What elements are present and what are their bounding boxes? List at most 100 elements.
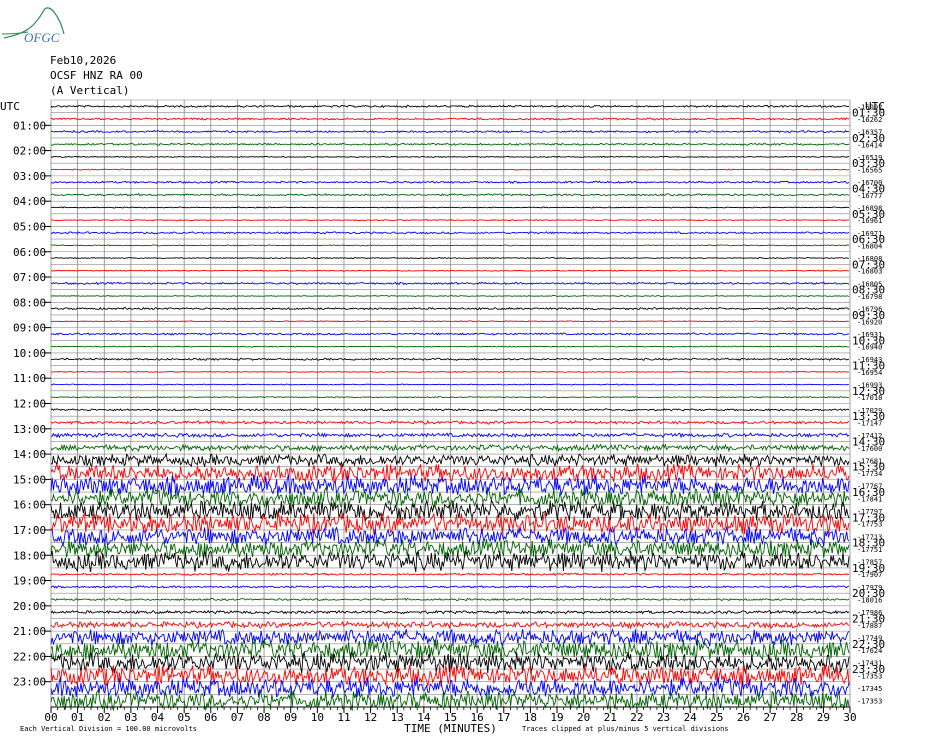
x-tick-label: 23	[657, 711, 670, 724]
x-tick-label: 09	[284, 711, 297, 724]
seismic-trace	[50, 129, 850, 134]
seismic-trace	[50, 676, 850, 699]
seismic-trace	[50, 320, 850, 323]
seismic-trace	[50, 572, 850, 576]
right-hour-label: 08:30	[852, 284, 885, 297]
left-hour-label: 18:00	[13, 549, 46, 562]
x-tick-label: 10	[311, 711, 324, 724]
seismic-trace	[50, 408, 850, 412]
x-tick-label: 24	[684, 711, 698, 724]
seismic-trace	[50, 452, 850, 469]
x-tick-label: 00	[44, 711, 57, 724]
x-tick-label: 27	[763, 711, 776, 724]
x-tick-label: 07	[231, 711, 244, 724]
x-tick-label: 11	[337, 711, 350, 724]
plot-date: Feb10,2026	[50, 54, 117, 67]
seismic-trace	[50, 168, 850, 171]
x-tick-label: 30	[843, 711, 856, 724]
seismic-trace	[51, 256, 850, 260]
svg-text:OFGC: OFGC	[24, 30, 60, 44]
seismic-trace	[51, 206, 850, 209]
left-hour-label: 16:00	[13, 499, 46, 512]
clip-note: Traces clipped at plus/minus 5 vertical …	[522, 725, 729, 733]
x-tick-label: 12	[364, 711, 377, 724]
left-hour-label: 01:00	[13, 119, 46, 132]
helicorder-plot: -16092-16262-16357-16414-16519-16565-167…	[0, 99, 885, 735]
seismic-trace	[50, 306, 850, 311]
seismic-trace	[50, 383, 850, 386]
left-hour-label: 15:00	[13, 473, 46, 486]
left-hour-label: 17:00	[13, 524, 46, 537]
seismic-trace	[50, 443, 850, 453]
left-hour-label: 09:00	[13, 322, 46, 335]
left-hour-label: 04:00	[13, 195, 46, 208]
right-hour-label: 01:30	[852, 107, 885, 120]
left-hour-label: 02:00	[13, 145, 46, 158]
seismic-trace	[50, 370, 850, 373]
left-hour-label: 13:00	[13, 423, 46, 436]
right-hour-label: 21:30	[852, 612, 885, 625]
left-hour-label: 06:00	[13, 246, 46, 259]
seismic-trace	[50, 538, 850, 561]
right-hour-label: 19:30	[852, 562, 885, 575]
x-tick-label: 06	[204, 711, 217, 724]
right-hour-label: 03:30	[852, 157, 885, 170]
observatory-logo: OFGC	[1, 4, 72, 48]
right-hour-label: 22:30	[852, 638, 885, 651]
x-tick-label: 19	[550, 711, 563, 724]
station-id: OCSF HNZ RA 00	[50, 69, 143, 82]
x-tick-label: 01	[71, 711, 84, 724]
right-hour-label: 09:30	[852, 309, 885, 322]
seismic-trace	[50, 219, 850, 222]
x-tick-label: 25	[710, 711, 723, 724]
x-tick-label: 13	[391, 711, 404, 724]
left-hour-label: 21:00	[13, 625, 46, 638]
left-hour-label: 08:00	[13, 296, 46, 309]
seismic-trace	[50, 332, 850, 336]
seismic-trace	[50, 155, 850, 158]
seismic-trace	[50, 104, 850, 109]
division-note: Each Vertical Division = 100.00 microvol…	[20, 725, 198, 733]
right-hour-label: 18:30	[852, 537, 885, 550]
right-hour-label: 10:30	[852, 334, 885, 347]
x-tick-label: 29	[817, 711, 830, 724]
seismic-trace	[50, 620, 850, 630]
right-hour-label: 11:30	[852, 360, 885, 373]
seismic-trace	[50, 511, 850, 536]
x-tick-label: 21	[604, 711, 617, 724]
left-hour-label: 20:00	[13, 600, 46, 613]
left-hour-label: 23:00	[13, 676, 46, 689]
x-tick-label: 17	[497, 711, 510, 724]
seismic-trace	[50, 281, 850, 286]
right-hour-label: 15:30	[852, 461, 885, 474]
seismic-trace	[50, 609, 850, 615]
left-hour-label: 11:00	[13, 372, 46, 385]
x-tick-label: 05	[178, 711, 191, 724]
seismic-trace	[50, 345, 849, 348]
left-hour-label: 10:00	[13, 347, 46, 360]
seismic-trace	[50, 550, 850, 573]
left-hour-label: 12:00	[13, 398, 46, 411]
seismic-trace	[50, 142, 850, 147]
component-label: (A Vertical)	[50, 84, 130, 97]
x-tick-label: 08	[257, 711, 270, 724]
right-hour-label: 20:30	[852, 587, 885, 600]
seismic-trace	[50, 396, 850, 399]
right-hour-label: 13:30	[852, 410, 885, 423]
x-tick-label: 02	[98, 711, 111, 724]
trace-offset-label: -17345	[857, 685, 882, 693]
seismic-trace	[50, 294, 850, 298]
trace-offset-label: -17353	[857, 698, 882, 706]
seismic-trace	[50, 193, 850, 197]
right-hour-label: 04:30	[852, 183, 885, 196]
right-hour-label: 07:30	[852, 258, 885, 271]
x-tick-label: 20	[577, 711, 590, 724]
right-hour-label: 16:30	[852, 486, 885, 499]
left-hour-label: 22:00	[13, 650, 46, 663]
x-tick-label: 28	[790, 711, 803, 724]
seismic-trace	[50, 231, 850, 235]
seismic-trace	[50, 585, 850, 589]
x-tick-label: 03	[124, 711, 137, 724]
seismic-trace	[50, 432, 850, 439]
right-hour-label: 17:30	[852, 511, 885, 524]
